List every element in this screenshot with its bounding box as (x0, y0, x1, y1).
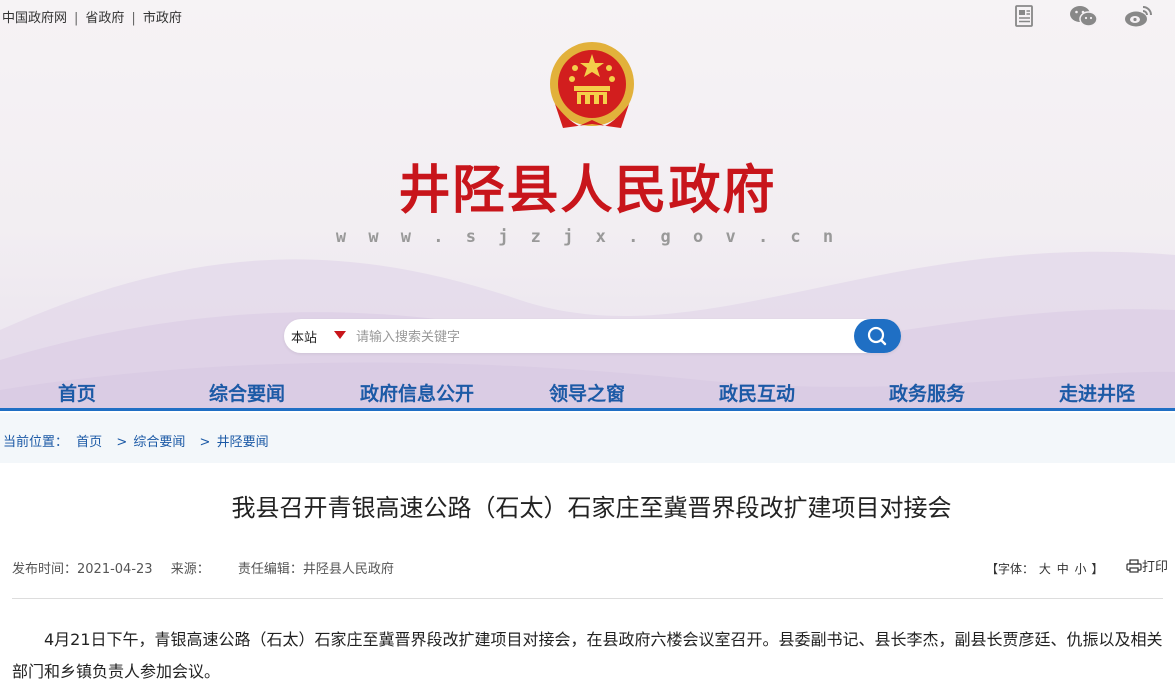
nav-news[interactable]: 综合要闻 (162, 379, 332, 406)
search-button[interactable] (854, 319, 901, 353)
caret-down-icon[interactable] (334, 331, 346, 339)
font-size-large[interactable]: 大 (1039, 562, 1051, 576)
site-url: w w w . s j z j x . g o v . c n (335, 227, 840, 247)
newspaper-icon[interactable] (1012, 4, 1038, 28)
wechat-icon[interactable] (1069, 4, 1099, 28)
font-size-label: 【字体： (986, 562, 1035, 576)
nav-info-disclosure[interactable]: 政府信息公开 (332, 379, 502, 406)
search-scope-select[interactable]: 本站 (291, 327, 317, 346)
font-size-close: 】 (1091, 562, 1104, 576)
national-emblem-icon (550, 42, 634, 128)
breadcrumb-item-local-news[interactable]: 井陉要闻 (217, 435, 269, 450)
nav-interaction[interactable]: 政民互动 (672, 379, 842, 406)
breadcrumb-separator: > (116, 435, 128, 450)
breadcrumb-item-news[interactable]: 综合要闻 (133, 435, 185, 450)
publish-date: 发布时间：2021-04-23 (12, 562, 153, 577)
article-meta: 发布时间：2021-04-23 来源： 责任编辑：井陉县人民政府 (12, 558, 408, 577)
link-province-gov[interactable]: 省政府 (85, 11, 124, 26)
nav-leaders[interactable]: 领导之窗 (502, 379, 672, 406)
printer-icon (1126, 559, 1142, 573)
search-icon (867, 326, 887, 346)
breadcrumb-separator: > (199, 435, 211, 450)
nav-divider (0, 408, 1175, 411)
article-title: 我县召开青银高速公路（石太）石家庄至冀晋界段改扩建项目对接会 (231, 494, 952, 522)
article-body: 4月21日下午，青银高速公路（石太）石家庄至冀晋界段改扩建项目对接会，在县政府六… (12, 630, 1163, 681)
nav-home[interactable]: 首页 (0, 379, 162, 406)
site-header: 中国政府网 | 省政府 | 市政府 井陉县人民政府 w w w . s j z … (0, 0, 1175, 410)
site-title: 井陉县人民政府 (398, 160, 777, 221)
meta-divider (12, 598, 1163, 599)
main-nav: 首页 综合要闻 政府信息公开 领导之窗 政民互动 政务服务 走进井陉 (0, 375, 1175, 409)
font-size-medium[interactable]: 中 (1057, 562, 1069, 576)
font-size-control: 【字体： 大 中 小 】 (986, 560, 1103, 577)
nav-about[interactable]: 走进井陉 (1012, 379, 1175, 406)
font-size-small[interactable]: 小 (1075, 562, 1087, 576)
link-central-gov[interactable]: 中国政府网 (2, 11, 67, 26)
breadcrumb-item-home[interactable]: 首页 (76, 435, 102, 450)
search-bar: 本站 (284, 319, 901, 353)
print-button[interactable]: 打印 (1126, 556, 1168, 575)
article-editor: 责任编辑：井陉县人民政府 (237, 562, 394, 577)
weibo-icon[interactable] (1124, 4, 1154, 28)
breadcrumb-bar: 当前位置： 首页 > 综合要闻 > 井陉要闻 (0, 413, 1175, 463)
search-input[interactable] (354, 325, 838, 349)
breadcrumb: 当前位置： 首页 > 综合要闻 > 井陉要闻 (3, 431, 273, 450)
print-label: 打印 (1142, 560, 1169, 575)
article-source: 来源： (170, 562, 210, 577)
link-city-gov[interactable]: 市政府 (143, 11, 182, 26)
nav-services[interactable]: 政务服务 (842, 379, 1012, 406)
breadcrumb-label: 当前位置： (3, 435, 69, 450)
top-links: 中国政府网 | 省政府 | 市政府 (2, 11, 182, 26)
